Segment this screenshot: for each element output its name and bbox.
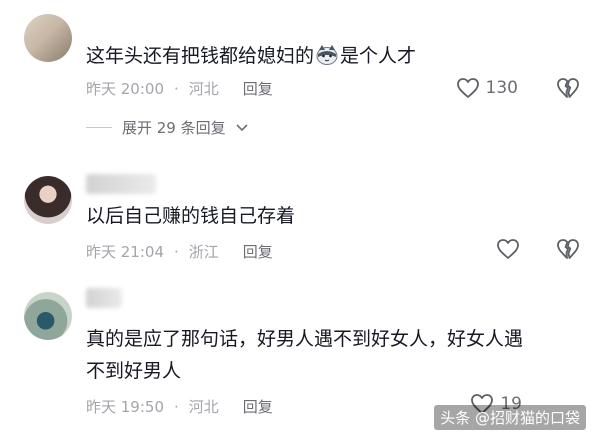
broken-heart-icon — [557, 78, 579, 98]
comment-time: 昨天 19:50 — [86, 398, 164, 416]
comment-text: 以后自己赚的钱自己存着 — [86, 205, 296, 227]
comment-meta: 昨天 21:04 · 浙江 回复 — [86, 241, 273, 262]
chevron-down-icon — [236, 123, 248, 131]
comment-meta: 昨天 20:00 · 河北 回复 — [86, 78, 273, 99]
broken-heart-icon — [557, 239, 579, 259]
username-blurred — [86, 174, 156, 194]
expand-divider — [86, 127, 112, 128]
comment-text-line: 真的是应了那句话，好男人遇不到好女人，好女人遇 — [86, 328, 524, 350]
heart-outline-icon — [497, 239, 519, 259]
username-blurred — [86, 288, 122, 308]
avatar[interactable] — [24, 14, 72, 62]
meta-separator: · — [174, 79, 179, 98]
avatar[interactable] — [24, 292, 72, 340]
meta-separator: · — [174, 397, 179, 416]
comment-location: 浙江 — [188, 243, 219, 261]
like-button[interactable]: 130 — [456, 77, 518, 99]
reply-button[interactable]: 回复 — [243, 78, 273, 99]
like-count: 130 — [485, 78, 518, 98]
dislike-button[interactable] — [556, 77, 580, 103]
comment-meta: 昨天 19:50 · 河北 回复 — [86, 396, 273, 417]
expand-label: 展开 29 条回复 — [122, 119, 226, 137]
reply-button[interactable]: 回复 — [243, 241, 273, 262]
like-button[interactable] — [496, 238, 520, 260]
comment-text-line: 不到好男人 — [86, 360, 182, 382]
avatar[interactable] — [24, 176, 72, 224]
meta-separator: · — [174, 242, 179, 261]
dislike-button[interactable] — [556, 238, 580, 264]
comment-location: 河北 — [188, 80, 219, 98]
comment-text: 真的是应了那句话，好男人遇不到好女人，好女人遇 不到好男人 — [86, 323, 576, 387]
heart-outline-icon — [456, 78, 479, 98]
comment-time: 昨天 20:00 — [86, 80, 164, 98]
comment-time: 昨天 21:04 — [86, 243, 164, 261]
comment-text: 这年头还有把钱都给媳妇的 是个人才 — [86, 45, 417, 67]
watermark: 头条 @招财猫的口袋 — [434, 405, 586, 430]
comment-location: 河北 — [188, 398, 219, 416]
expand-replies-button[interactable]: 展开 29 条回复 — [86, 117, 248, 138]
reply-button[interactable]: 回复 — [243, 396, 273, 417]
cat-emoji-icon — [316, 45, 338, 65]
